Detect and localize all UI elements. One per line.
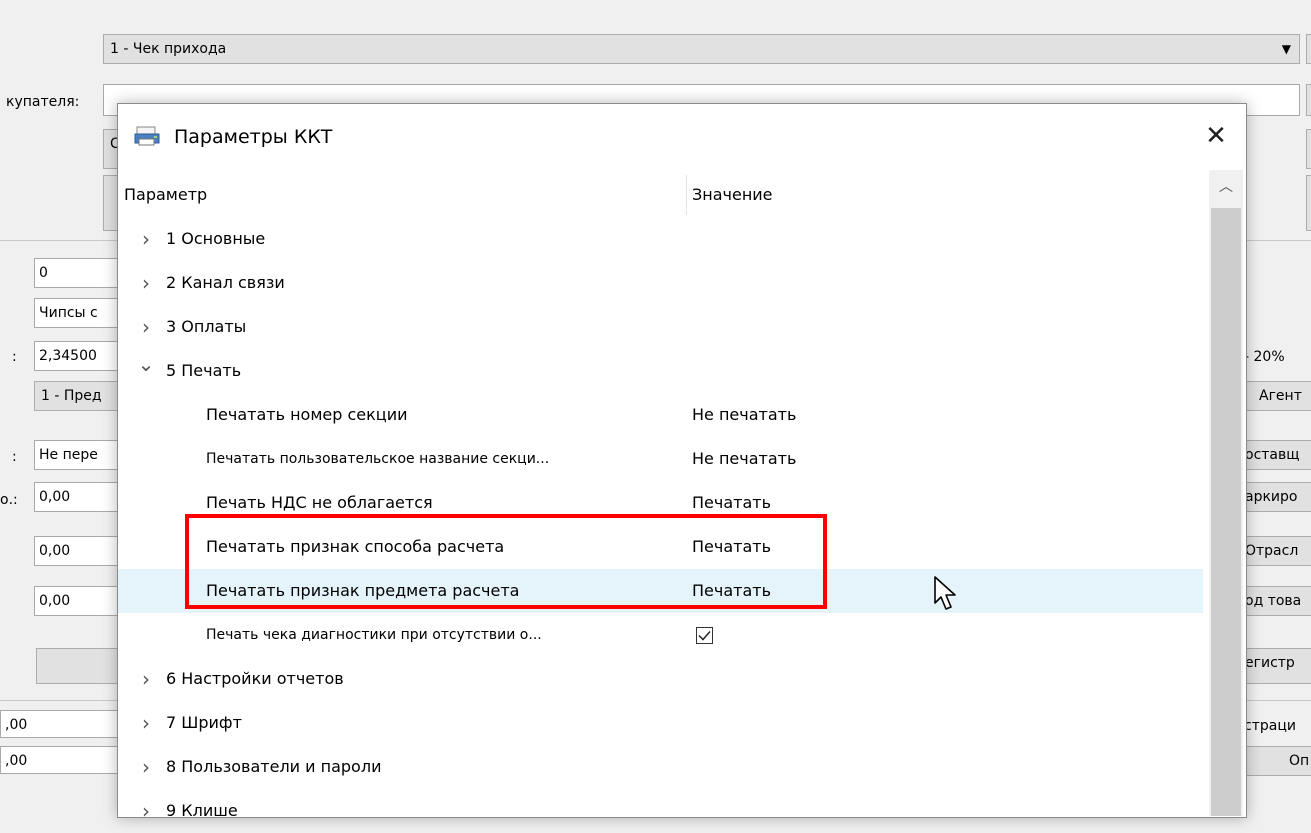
tree-param-row[interactable]: Печатать пользовательское название секци… [118,437,1203,481]
chevron-right-icon[interactable]: › [136,657,156,701]
industry-button-label: Отрасл [1245,543,1299,559]
register-button-label: егистр [1245,655,1295,671]
chevron-right-icon[interactable]: › [136,745,156,789]
highlight-annotation [185,514,827,609]
tree-group-row[interactable]: › 8 Пользователи и пароли [118,745,1203,789]
tree-row-label: 5 Печать [166,361,242,380]
chevron-right-icon[interactable]: › [136,217,156,261]
tree-group-row[interactable]: › 2 Канал связи [118,261,1203,305]
agent-button[interactable]: Агент [1244,381,1311,411]
tree-row-label: 9 Клише [166,801,238,820]
transfer-field-value: Не пере [39,447,98,463]
chevron-right-icon[interactable]: › [136,701,156,745]
tree-group-row[interactable]: › 7 Шрифт [118,701,1203,745]
payment-method-select-value: 1 - Пред [41,388,102,404]
tree-row-label: 1 Основные [166,229,266,248]
total-field-1-value: ,00 [5,717,28,733]
tree-row-label: 8 Пользователи и пароли [166,757,382,776]
mouse-cursor-icon [934,576,956,610]
tree-group-row[interactable]: › 3 Оплаты [118,305,1203,349]
buyer-label: купателя: [6,94,80,110]
chevron-down-icon: ▼ [1281,42,1291,56]
total-field-2-value: ,00 [5,753,28,769]
printer-icon [134,126,160,146]
scroll-up-icon[interactable]: ︿ [1209,170,1243,204]
tree-param-row[interactable]: Печатать номер секции Не печатать [118,393,1203,437]
sum-field-2-value: 0,00 [39,543,71,559]
sum-field-1-value: 0,00 [39,489,71,505]
tree-row-label: 3 Оплаты [166,317,247,336]
right-side-button-1[interactable] [1306,129,1311,169]
chevron-down-icon[interactable]: ⌄ [136,349,156,379]
tree-group-row[interactable]: ⌄ 5 Печать [118,349,1203,393]
transfer-label: : [12,449,17,465]
product-name-field[interactable]: Чипсы с [34,298,124,328]
quantity-field-value: 0 [39,265,48,281]
product-code-button-label: од това [1245,593,1302,609]
doc-type-select[interactable]: 1 - Чек прихода ▼ [103,34,1300,64]
checkmark-icon [698,631,711,641]
dialog-titlebar[interactable]: Параметры ККТ ✕ [118,104,1244,164]
total-field-2[interactable]: ,00 [0,746,124,774]
tree-row-label: 2 Канал связи [166,273,285,292]
tree-group-row[interactable]: › 1 Основные [118,217,1203,261]
chevron-right-icon[interactable]: › [136,305,156,349]
right-side-button-2[interactable] [1306,175,1311,231]
price-field[interactable]: 2,34500 [34,341,124,371]
doc-type-select-value: 1 - Чек прихода [110,41,227,57]
doc-type-side-button[interactable] [1306,34,1311,64]
supplier-button-label: оставщ [1245,447,1300,463]
chevron-right-icon[interactable]: › [136,789,156,833]
tree-row-value[interactable]: Не печатать [692,437,796,481]
agent-button-label: Агент [1259,388,1302,404]
payment-method-select[interactable]: 1 - Пред [34,381,124,411]
column-header-param-label: Параметр [124,185,208,204]
sum-field-3-value: 0,00 [39,593,71,609]
column-header-value-label: Значение [692,185,773,204]
product-name-field-value: Чипсы с [39,305,98,321]
tree-group-row[interactable]: › 6 Настройки отчетов [118,657,1203,701]
total-field-1[interactable]: ,00 [0,710,124,738]
sum-label: о.: [0,492,18,508]
tree-row-label: Печатать номер секции [206,405,408,424]
quantity-field[interactable]: 0 [34,258,124,288]
tree-param-row[interactable]: Печать чека диагностики при отсутствии о… [118,613,1203,657]
transfer-field[interactable]: Не пере [34,440,124,470]
sum-field-2[interactable]: 0,00 [34,536,124,566]
operation-button[interactable]: Оп [1244,746,1311,776]
marking-button-label: аркиро [1245,489,1298,505]
tree-header: Параметр Значение [122,175,1210,215]
left-action-button[interactable] [36,648,126,684]
supplier-button[interactable]: оставщ [1244,440,1311,470]
tree-row-label: Печатать пользовательское название секци… [206,451,550,467]
tree-row-label: Печать чека диагностики при отсутствии о… [206,627,542,643]
tree-row-value[interactable]: Не печатать [692,393,796,437]
column-header-param[interactable]: Параметр [122,175,687,215]
chevron-right-icon[interactable]: › [136,261,156,305]
product-code-button[interactable]: од това [1244,586,1311,616]
registration-text: страци [1244,718,1296,734]
price-field-value: 2,34500 [39,348,97,364]
kkt-parameters-dialog: Параметры ККТ ✕ Параметр Значение › 1 Осн… [117,103,1247,823]
operation-button-label: Оп [1289,753,1310,769]
vat-rate-text: - 20% [1244,349,1285,365]
tree-row-label: 7 Шрифт [166,713,242,732]
register-button[interactable]: егистр [1244,648,1311,684]
close-icon[interactable]: ✕ [1188,114,1244,158]
price-label: : [12,349,17,365]
vertical-scrollbar[interactable]: ︿ [1209,170,1243,816]
tree-group-row[interactable]: › 9 Клише [118,789,1203,833]
marking-button[interactable]: аркиро [1244,482,1311,512]
scrollbar-thumb[interactable] [1211,208,1241,816]
checkbox[interactable] [696,627,713,644]
sum-field-1[interactable]: 0,00 [34,482,124,512]
industry-button[interactable]: Отрасл [1244,536,1311,566]
buyer-side-button[interactable] [1306,84,1311,116]
tree-row-label: 6 Настройки отчетов [166,669,344,688]
column-header-value[interactable]: Значение [692,175,773,215]
sum-field-3[interactable]: 0,00 [34,586,124,616]
dialog-title: Параметры ККТ [174,126,333,148]
